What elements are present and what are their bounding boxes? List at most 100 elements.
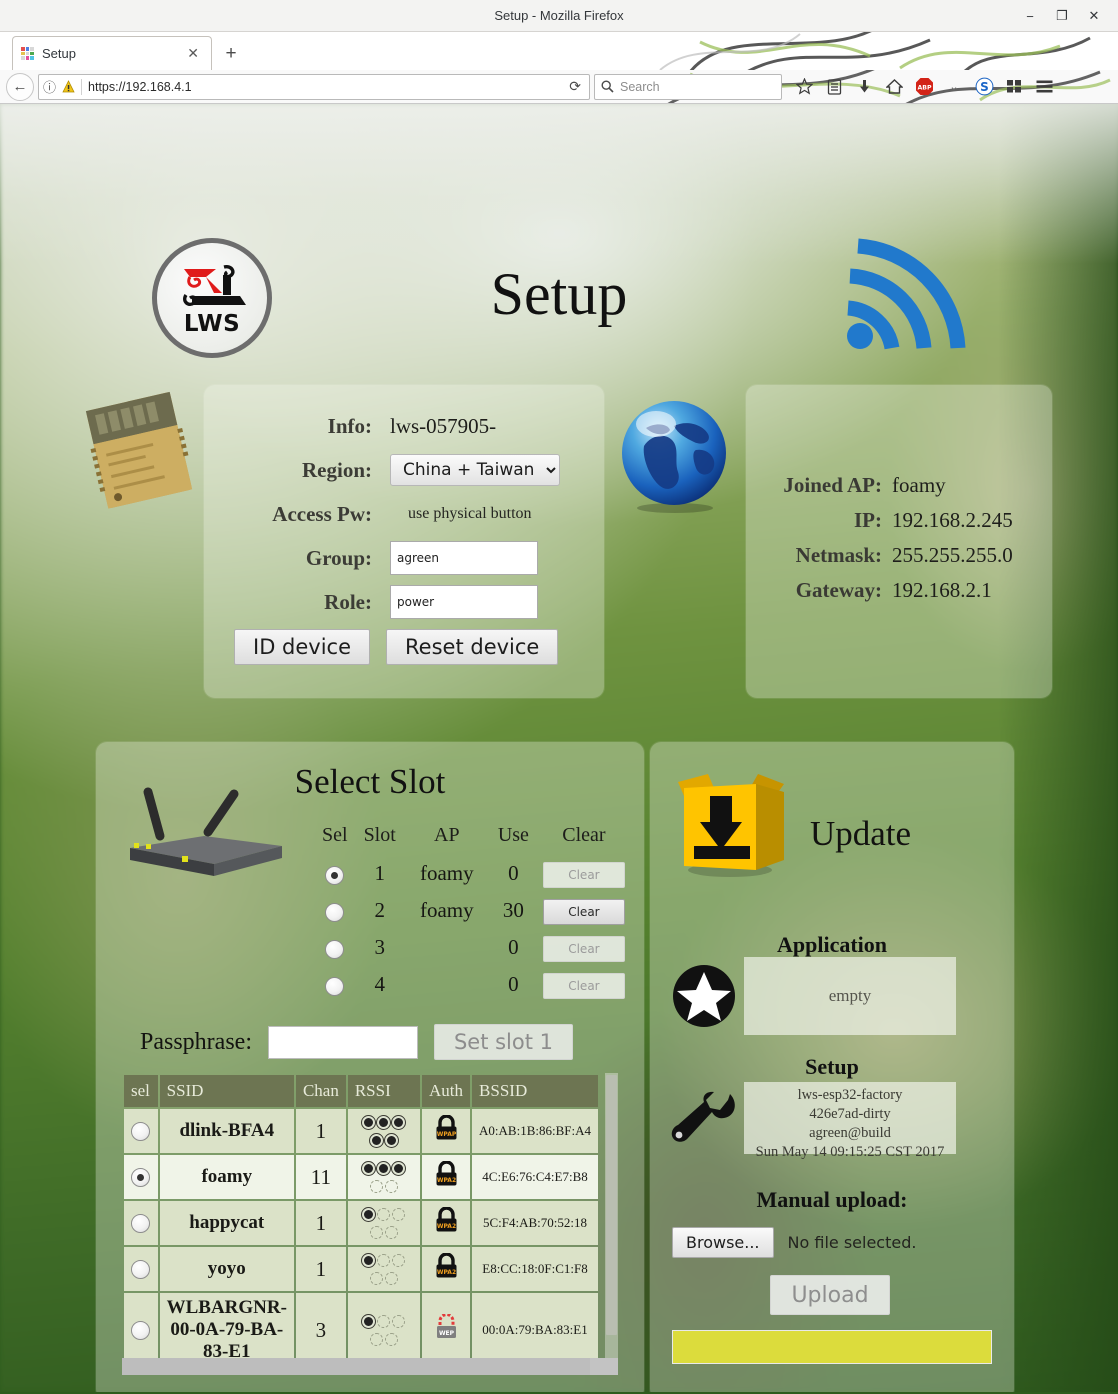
- ap-radio-4[interactable]: [131, 1320, 151, 1340]
- slot-number: 1: [374, 861, 385, 885]
- slot-radio-3[interactable]: [325, 939, 345, 959]
- info-row-group: Group:: [230, 541, 580, 575]
- url-text[interactable]: https://192.168.4.1: [88, 80, 192, 94]
- minimize-icon[interactable]: −: [1022, 8, 1038, 24]
- network-info-card: Joined AP: foamy IP: 192.168.2.245 Netma…: [746, 385, 1052, 698]
- rssi-dot: [369, 1225, 383, 1239]
- clear-button-3[interactable]: Clear: [542, 935, 625, 962]
- toolbar-icons: ABP ⌄ S: [790, 73, 1058, 101]
- ap-col-bssid: BSSID: [472, 1075, 598, 1107]
- joined-ap-value: foamy: [892, 473, 946, 497]
- passphrase-label: Passphrase:: [140, 1028, 252, 1055]
- table-row: 3 0 Clear: [314, 929, 631, 966]
- scrollbar-thumb[interactable]: [606, 1075, 617, 1335]
- adblock-plus-icon[interactable]: ABP: [910, 73, 938, 101]
- netmask-value: 255.255.255.0: [892, 543, 1013, 567]
- setup-heading: Setup: [805, 1054, 859, 1079]
- reset-device-button[interactable]: Reset device: [386, 629, 559, 665]
- ap-chan: 3: [295, 1293, 346, 1367]
- hamburger-menu-icon[interactable]: [1030, 73, 1058, 101]
- ip-value: 192.168.2.245: [892, 508, 1013, 532]
- ap-auth: WPA2: [422, 1155, 471, 1199]
- gateway-label: Gateway:: [795, 578, 882, 602]
- slot-ap: [404, 929, 490, 966]
- star-icon[interactable]: [790, 73, 818, 101]
- slot-radio-cell[interactable]: [314, 929, 356, 966]
- page-info-icon[interactable]: ⓘ: [43, 77, 56, 96]
- slot-radio-cell[interactable]: [314, 855, 356, 892]
- ap-radio-cell[interactable]: [124, 1109, 158, 1153]
- info-row-access-pw: Access Pw: use physical button: [230, 499, 580, 529]
- rssi-dot: [362, 1207, 376, 1221]
- star-icon: [673, 965, 735, 1027]
- slot-col-ap: AP: [434, 824, 460, 846]
- search-bar[interactable]: Search: [594, 73, 782, 100]
- upload-button[interactable]: Upload: [770, 1275, 890, 1315]
- slot-radio-1[interactable]: [325, 865, 345, 885]
- close-icon[interactable]: ✕: [1086, 8, 1102, 24]
- ap-rssi: [347, 1109, 421, 1153]
- rssi-dot: [362, 1314, 376, 1328]
- update-box-icon: [678, 774, 784, 877]
- clear-button-1[interactable]: Clear: [542, 861, 625, 888]
- ap-ssid: yoyo: [159, 1247, 294, 1291]
- slot-radio-2[interactable]: [325, 902, 345, 922]
- download-arrow-icon[interactable]: [850, 73, 878, 101]
- ap-table-vertical-scrollbar[interactable]: [605, 1073, 618, 1361]
- group-input[interactable]: [390, 541, 538, 575]
- insecure-lock-icon[interactable]: [62, 79, 75, 94]
- ap-radio-1[interactable]: [131, 1167, 151, 1187]
- url-bar[interactable]: ⓘ https://192.168.4.1 ⟳: [38, 73, 590, 100]
- file-picker-row: Browse... No file selected.: [672, 1227, 916, 1258]
- clear-button-2[interactable]: Clear: [542, 898, 625, 925]
- set-slot-button[interactable]: Set slot 1: [433, 1024, 573, 1060]
- new-tab-button[interactable]: +: [218, 43, 244, 65]
- ap-rssi: [347, 1201, 421, 1245]
- ap-col-ssid: SSID: [159, 1075, 294, 1107]
- chevron-down-icon[interactable]: ⌄: [940, 73, 968, 101]
- role-input[interactable]: [390, 585, 538, 619]
- region-select[interactable]: China + Taiwan: [390, 454, 560, 486]
- slot-table-header: Sel Slot AP Use Clear: [314, 824, 631, 855]
- scrollbar-thumb[interactable]: [122, 1358, 590, 1375]
- ap-scan-table-wrapper: sel SSID Chan RSSI Auth BSSID dlink-BFA4…: [122, 1073, 618, 1375]
- ap-radio-3[interactable]: [131, 1259, 151, 1279]
- slot-use: 30: [502, 898, 524, 922]
- apps-grid-icon[interactable]: [1000, 73, 1028, 101]
- browser-tab-setup[interactable]: Setup ✕: [12, 36, 212, 70]
- rssi-dot: [377, 1115, 391, 1129]
- ap-auth: WPA2: [422, 1247, 471, 1291]
- maximize-icon[interactable]: ❐: [1054, 8, 1070, 24]
- browse-button[interactable]: Browse...: [672, 1227, 774, 1258]
- ap-auth: WEP: [422, 1293, 471, 1367]
- slot-radio-cell[interactable]: [314, 966, 356, 1003]
- svg-text:WPA2: WPA2: [436, 1269, 455, 1276]
- ap-radio-cell[interactable]: [124, 1293, 158, 1367]
- ap-radio-cell[interactable]: [124, 1155, 158, 1199]
- ap-radio-cell[interactable]: [124, 1247, 158, 1291]
- passphrase-input[interactable]: [267, 1025, 418, 1059]
- id-device-button[interactable]: ID device: [234, 629, 371, 665]
- reader-list-icon[interactable]: [820, 73, 848, 101]
- selected-file-label: No file selected.: [787, 1233, 917, 1252]
- tab-close-icon[interactable]: ✕: [183, 45, 203, 62]
- reload-icon[interactable]: ⟳: [565, 78, 585, 95]
- slot-radio-cell[interactable]: [314, 892, 356, 929]
- ap-radio-0[interactable]: [131, 1121, 151, 1141]
- home-icon[interactable]: [880, 73, 908, 101]
- slot-radio-4[interactable]: [325, 976, 345, 996]
- ap-auth: WPAP: [422, 1109, 471, 1153]
- passphrase-row: Passphrase: Set slot 1: [140, 1024, 573, 1060]
- access-pw-label: Access Pw:: [272, 501, 372, 526]
- net-row-joined-ap: Joined AP: foamy: [760, 473, 1040, 498]
- clear-button-4[interactable]: Clear: [542, 972, 625, 999]
- ap-bssid: E8:CC:18:0F:C1:F8: [472, 1247, 598, 1291]
- ap-table-horizontal-scrollbar[interactable]: [122, 1358, 618, 1375]
- slot-clear-cell: Clear: [537, 892, 631, 929]
- ap-radio-cell[interactable]: [124, 1201, 158, 1245]
- back-button[interactable]: ←: [6, 72, 34, 101]
- ap-radio-2[interactable]: [131, 1213, 151, 1233]
- ap-col-chan: Chan: [295, 1075, 346, 1107]
- skype-icon[interactable]: S: [970, 73, 998, 101]
- device-actions: ID device Reset device: [234, 629, 559, 665]
